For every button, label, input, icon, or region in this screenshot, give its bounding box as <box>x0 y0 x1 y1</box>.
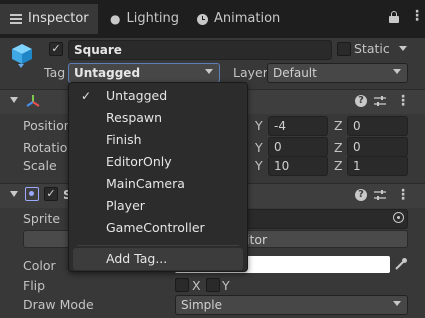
scale-y-label: Y <box>255 158 263 173</box>
color-label: Color <box>23 258 56 273</box>
menu-item-label: Respawn <box>106 110 163 125</box>
menu-item-finish[interactable]: Finish <box>69 129 247 151</box>
static-checkbox[interactable] <box>337 42 351 56</box>
cube-icon <box>10 42 34 66</box>
flip-label: Flip <box>23 278 46 293</box>
draw-mode-dropdown[interactable]: Simple <box>175 295 408 315</box>
menu-item-add-tag[interactable]: Add Tag... <box>73 248 243 270</box>
tab-animation-label: Animation <box>214 11 281 26</box>
scale-label: Scale <box>23 158 57 173</box>
scale-z-label: Z <box>334 158 343 173</box>
help-icon[interactable]: ? <box>355 95 367 107</box>
inspector-icon <box>10 14 22 24</box>
icon-dropdown-arrow[interactable] <box>18 64 24 68</box>
menu-item-label: Finish <box>106 132 142 147</box>
rotation-z-field[interactable]: 0 <box>347 137 408 157</box>
sprite-renderer-enabled-checkbox[interactable]: ✓ <box>44 187 58 201</box>
eyedropper-icon[interactable] <box>394 257 408 271</box>
active-checkbox[interactable]: ✓ <box>49 42 63 56</box>
draw-mode-value: Simple <box>181 298 222 312</box>
tag-dropdown[interactable]: Untagged <box>68 63 220 83</box>
menu-item-label: MainCamera <box>106 176 185 191</box>
flip-x-checkbox[interactable] <box>175 278 189 292</box>
tab-lighting-label: Lighting <box>126 11 180 26</box>
position-y-field[interactable]: -4 <box>268 116 328 136</box>
tab-lighting[interactable]: ● Lighting <box>110 5 179 33</box>
layer-dropdown[interactable]: Default <box>267 63 408 83</box>
rotation-z-label: Z <box>334 140 343 155</box>
foldout-arrow-icon[interactable] <box>10 191 18 197</box>
flip-x-label: X <box>192 278 201 293</box>
sliders-icon[interactable] <box>374 189 386 201</box>
menu-item-maincamera[interactable]: MainCamera <box>69 173 247 195</box>
menu-item-label: Untagged <box>106 88 168 103</box>
layer-dropdown-value: Default <box>273 66 317 80</box>
tab-animation[interactable]: Animation <box>197 5 280 33</box>
open-sprite-editor-label: itor <box>246 232 268 247</box>
menu-item-untagged[interactable]: ✓ Untagged <box>69 85 247 107</box>
clock-icon <box>197 13 208 25</box>
chevron-down-icon <box>393 69 401 74</box>
transform-icon <box>25 93 41 109</box>
sprite-renderer-icon <box>25 187 39 201</box>
chevron-down-icon <box>393 301 401 306</box>
menu-item-label: EditorOnly <box>106 154 172 169</box>
sprite-label: Sprite <box>23 211 61 226</box>
tag-dropdown-value: Untagged <box>74 66 141 80</box>
scale-z-field[interactable]: 1 <box>347 156 408 176</box>
more-vertical-icon[interactable]: ⋮ <box>396 187 410 203</box>
tag-dropdown-menu: ✓ Untagged Respawn Finish EditorOnly Mai… <box>68 82 248 272</box>
rotation-y-field[interactable]: 0 <box>268 137 328 157</box>
tag-label: Tag <box>44 65 66 80</box>
chevron-down-icon <box>205 69 213 74</box>
checkmark-icon: ✓ <box>81 89 92 103</box>
position-label: Position <box>23 118 72 133</box>
menu-item-label: Player <box>106 198 145 213</box>
menu-item-label: GameController <box>106 220 205 235</box>
rotation-y-label: Y <box>255 140 263 155</box>
flip-y-label: Y <box>222 278 230 293</box>
object-picker-icon[interactable] <box>393 212 404 223</box>
more-vertical-icon[interactable]: ⋮ <box>396 93 410 109</box>
static-label: Static <box>354 41 390 56</box>
foldout-arrow-icon[interactable] <box>10 97 18 103</box>
menu-item-editoronly[interactable]: EditorOnly <box>69 151 247 173</box>
draw-mode-label: Draw Mode <box>23 297 94 312</box>
help-icon[interactable]: ? <box>355 189 367 201</box>
more-vertical-icon[interactable]: ⋮ <box>410 9 424 23</box>
menu-item-player[interactable]: Player <box>69 195 247 217</box>
scale-y-field[interactable]: 10 <box>268 156 328 176</box>
position-z-label: Z <box>334 118 343 133</box>
sliders-icon[interactable] <box>374 95 386 107</box>
menu-item-label: Add Tag... <box>106 251 168 266</box>
tab-inspector[interactable]: Inspector <box>0 4 98 34</box>
layer-label: Layer <box>233 65 268 80</box>
static-dropdown-arrow[interactable] <box>399 46 407 51</box>
menu-item-respawn[interactable]: Respawn <box>69 107 247 129</box>
gameobject-name-field[interactable]: Square <box>68 40 332 60</box>
lightbulb-icon: ● <box>110 12 121 26</box>
tab-inspector-label: Inspector <box>28 11 89 26</box>
lock-icon[interactable] <box>389 11 399 23</box>
flip-y-checkbox[interactable] <box>206 278 220 292</box>
position-z-field[interactable]: 0 <box>347 116 408 136</box>
menu-item-gamecontroller[interactable]: GameController <box>69 217 247 239</box>
menu-separator <box>77 245 239 246</box>
position-y-label: Y <box>255 118 263 133</box>
